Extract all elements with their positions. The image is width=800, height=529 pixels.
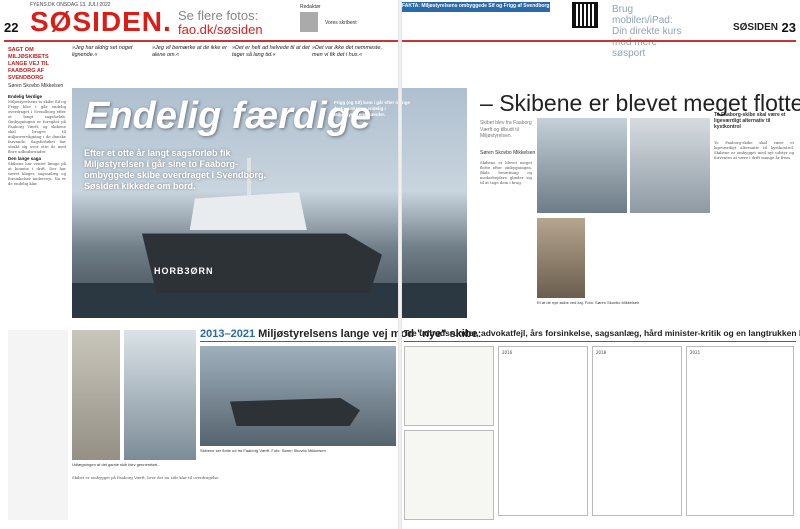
bottom-text-left: Skibet er ombygget på Faaborg Værft, hvo… [72,475,220,480]
byline-right: Søren Skovbo Mikkelsen [480,150,536,156]
page-gutter [398,0,402,529]
band-rule-left [200,341,396,342]
contact-label: Vores skribent [325,20,357,26]
right-photo-2 [630,118,710,213]
doc-thumbnail-1 [404,346,494,426]
teaser-4: »Det var ikke det nemmeste, men vi fik d… [312,45,383,58]
side-head: To Faaborg-skibe skal være et ligeværdig… [714,112,786,130]
facts-head: FAKTA: Miljøstyrelsens ombyggede Sif og … [402,3,550,9]
right-photo-3 [537,218,585,298]
masthead-logo: SØSIDEN. [30,6,172,37]
right-lead: Skibet blev fra Faaborg Værft og tilbudt… [480,120,532,139]
right-photo-1 [537,118,627,213]
body-column-right-1: Skibene er blevet meget flotte efter omb… [480,160,532,185]
timeline-year-3: 2021 [690,350,701,355]
teaser-3: »Det er helt ad helvede til at det tager… [232,45,310,58]
photos-promo-link[interactable]: fao.dk/søsiden [178,22,263,37]
hero-ship-name: HORB3ØRN [154,266,214,276]
left-column-continuation [8,330,68,520]
timeline-column-1: 2016 [498,346,588,516]
page-number-right: 23 [781,20,796,35]
editor-label: Redaktør [300,4,321,10]
top-rule [4,40,398,42]
interior-photo-2 [124,330,196,460]
timeline-column-3: 2021 [686,346,794,516]
page-number-left: 22 [4,20,19,35]
doc-thumbnail-2 [404,430,494,520]
ship-silhouette [230,398,360,426]
column-head-1: Endelig færdige [8,94,43,99]
byline-left: Søren Skovbo Mikkelsen [8,83,64,89]
timeline-band-head-right: Tre udbudsrunder, advokatfejl, års forsi… [404,328,800,338]
teaser-1: »Jeg har aldrig set noget lignende.« [72,45,133,58]
photos-promo[interactable]: Se flere fotos: fao.dk/søsiden [178,9,263,37]
top-rule-right [400,40,796,42]
hero-subtitle: Efter et otte år langt sagsforløb fik Mi… [84,148,267,191]
qr-code-icon[interactable] [572,2,598,28]
band-rule-right [404,341,796,342]
editor-avatar [300,12,318,32]
timeline-year-1: 2016 [502,350,513,355]
photo-caption-1: Udlægningen af det gamle skib blev genne… [72,462,161,467]
body-column-right-2: To Faaborg-skibe skal være et ligeværdig… [714,140,794,160]
hero-title: Endelig færdige [84,95,372,137]
column-head-2: Den lange saga [8,156,42,161]
mobile-promo[interactable]: Brug mobilen/iPad: Din direkte kurs mod … [612,4,682,59]
teaser-2: »Jeg vil bemærke at de ikke er alene om.… [152,45,227,58]
masthead-right: SØSIDEN [732,22,778,33]
timeline-column-2: 2018 [592,346,682,516]
timeline-years: 2013–2021 [200,328,256,340]
right-photo-caption: Et af de nye skibe ved kaj. Foto: Søren … [537,300,640,305]
photo-caption-2: Skibene ser flotte ud fra Faaborg Værft.… [200,448,326,453]
sidebar-quote-head: SAGT OM MILJØSKIBETS LANGE VEJ TIL FAABO… [8,47,49,81]
body-column-left: Endelig færdige Miljøstyrelsens to skibe… [8,94,66,186]
timeline-year-2: 2018 [596,350,607,355]
interior-photo-1 [72,330,120,460]
photos-promo-label: Se flere fotos: [178,8,259,23]
ship-photo-bottom [200,346,396,446]
